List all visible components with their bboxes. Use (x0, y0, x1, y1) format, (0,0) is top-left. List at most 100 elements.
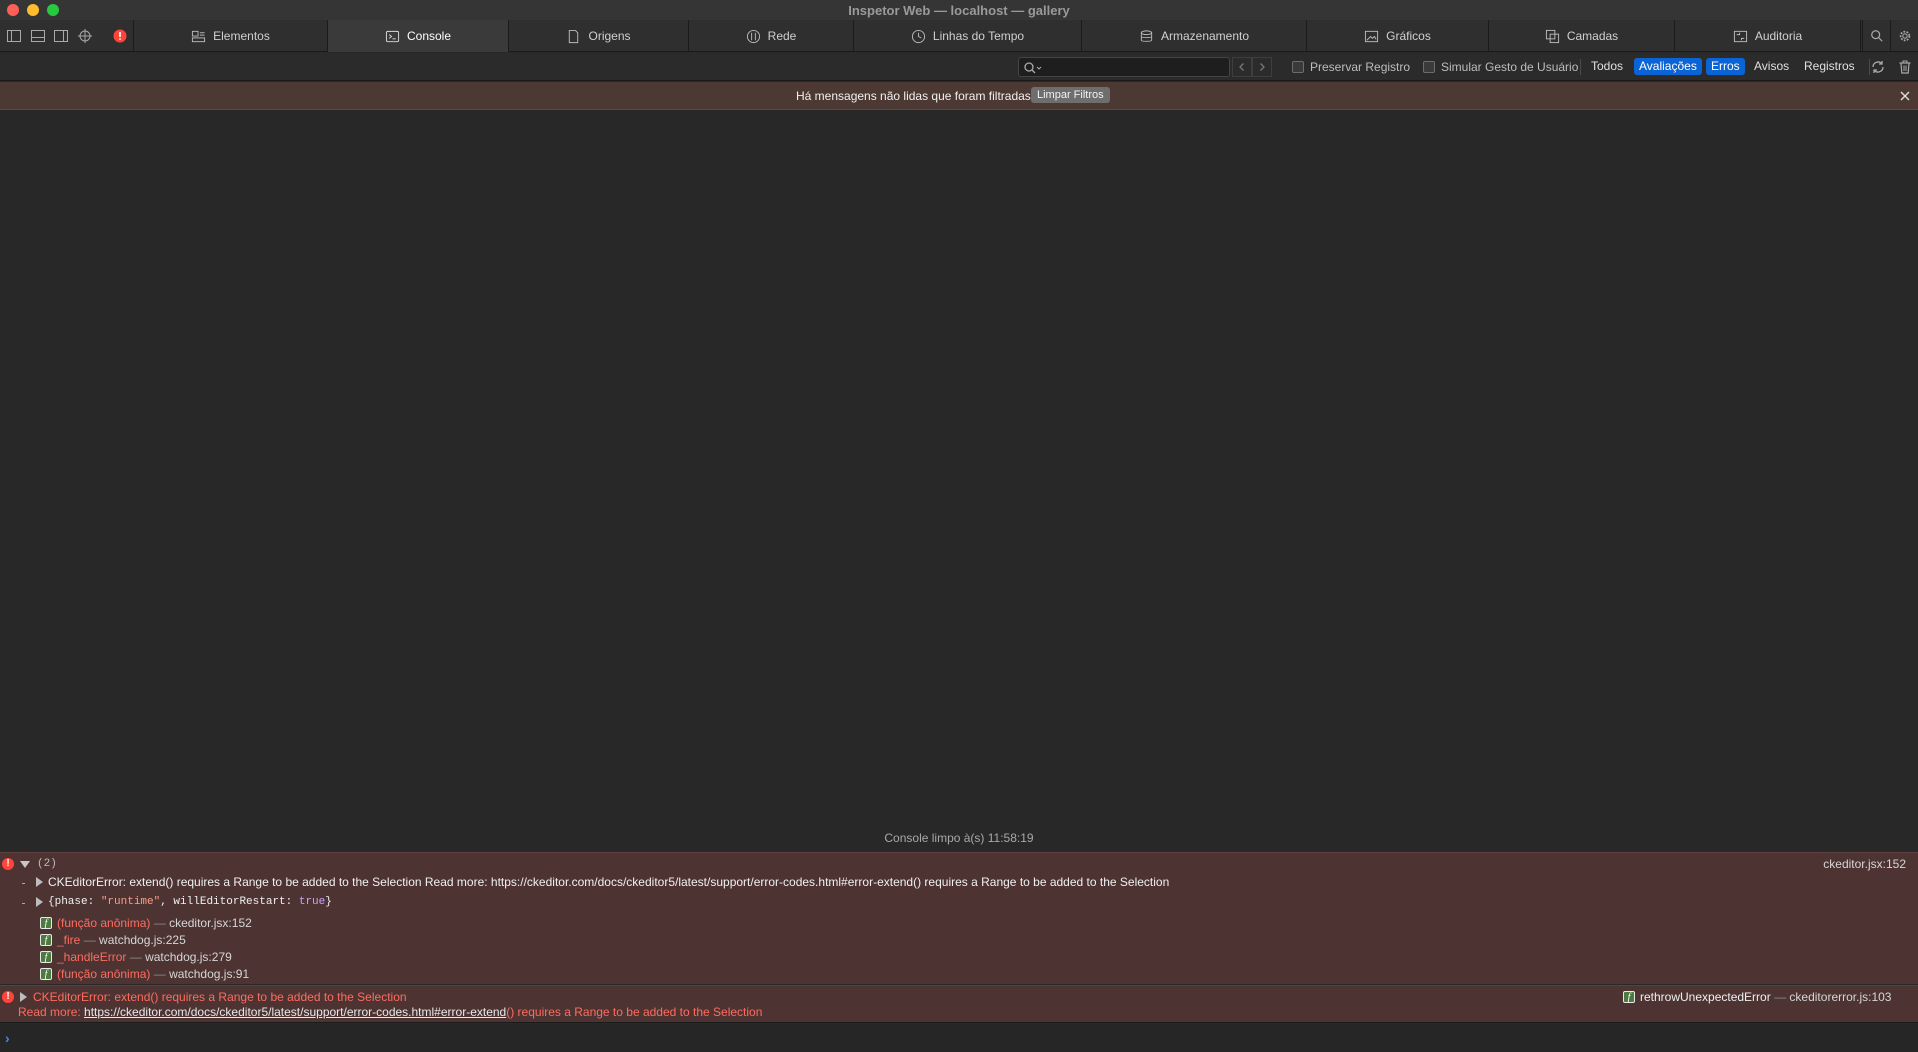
tab-auditoria[interactable]: Auditoria (1675, 20, 1861, 52)
object-mid: , willEditorRestart: (160, 896, 299, 908)
crosshair-icon[interactable] (77, 28, 93, 44)
tab-graficos[interactable]: Gráficos (1307, 20, 1489, 52)
object-phase-value: "runtime" (100, 896, 161, 908)
object-restart-value: true (298, 896, 326, 908)
frame-function: (função anônima) (57, 916, 151, 930)
reload-icon[interactable] (1870, 59, 1886, 75)
tab-label: Armazenamento (1160, 29, 1250, 43)
object-suffix: } (325, 896, 332, 908)
error-message[interactable]: CKEditorError: extend() requires a Range… (33, 990, 407, 1004)
preserve-log-checkbox[interactable]: Preservar Registro (1292, 60, 1410, 74)
dock-tools (0, 20, 134, 52)
disclosure-collapsed-icon[interactable] (36, 877, 43, 887)
bullet (22, 883, 25, 884)
frame-separator: — (153, 916, 166, 930)
error-indicator-icon[interactable] (112, 28, 128, 44)
tab-label: Auditoria (1754, 29, 1803, 43)
error-docs-link[interactable]: https://ckeditor.com/docs/ckeditor5/late… (84, 1005, 506, 1019)
tab-label: Linhas do Tempo (932, 29, 1025, 43)
dock-left-icon[interactable] (6, 28, 22, 44)
dock-bottom-icon[interactable] (30, 28, 46, 44)
frame-separator: — (1774, 990, 1787, 1004)
tab-camadas[interactable]: Camadas (1489, 20, 1675, 52)
console-error-message: ! CKEditorError: extend() requires a Ran… (0, 985, 1918, 1023)
stack-frame[interactable]: (função anônima) — ckeditor.jsx:152 (57, 916, 252, 930)
source-link[interactable]: ckeditor.jsx:152 (1823, 857, 1906, 871)
tab-elementos[interactable]: Elementos (134, 20, 328, 52)
frame-function: _fire (57, 933, 81, 947)
prompt-chevron-icon: › (5, 1030, 10, 1046)
next-match-button[interactable] (1252, 57, 1272, 77)
console-input[interactable] (20, 1028, 1900, 1048)
frame-separator: — (129, 950, 142, 964)
read-more-suffix: () requires a Range to be added to the S… (506, 1005, 763, 1019)
filter-avaliacoes-button[interactable]: Avaliações (1634, 58, 1702, 75)
frame-location[interactable]: ckeditorerror.js:103 (1789, 990, 1891, 1004)
filter-search-field[interactable] (1018, 57, 1230, 77)
filter-search-input[interactable] (1041, 58, 1201, 76)
network-icon (746, 29, 760, 43)
frame-location[interactable]: watchdog.js:279 (145, 950, 232, 964)
tab-rede[interactable]: Rede (689, 20, 854, 52)
stack-frame[interactable]: _handleError — watchdog.js:279 (57, 950, 232, 964)
frame-function: _handleError (57, 950, 127, 964)
checkbox-box[interactable] (1292, 61, 1304, 73)
console-prompt: › (0, 1024, 1918, 1052)
tab-label: Camadas (1566, 29, 1619, 43)
read-more-line: Read more: https://ckeditor.com/docs/cke… (18, 1005, 762, 1019)
tab-linhas-do-tempo[interactable]: Linhas do Tempo (854, 20, 1082, 52)
filter-avisos-button[interactable]: Avisos (1749, 58, 1794, 75)
error-icon: ! (2, 858, 14, 870)
object-prefix: {phase: (48, 896, 101, 908)
frame-location[interactable]: ckeditor.jsx:152 (169, 916, 252, 930)
tab-label: Rede (767, 29, 797, 43)
search-tool-button[interactable] (1862, 20, 1890, 52)
stack-frame[interactable]: (função anônima) — watchdog.js:91 (57, 967, 249, 981)
frame-separator: — (153, 967, 166, 981)
tab-armazenamento[interactable]: Armazenamento (1082, 20, 1307, 52)
error-message[interactable]: CKEditorError: extend() requires a Range… (48, 875, 1169, 889)
checkbox-box[interactable] (1423, 61, 1435, 73)
tab-label: Console (406, 29, 452, 43)
disclosure-collapsed-icon[interactable] (36, 897, 43, 907)
function-icon: f (1623, 991, 1635, 1003)
banner-message: Há mensagens não lidas que foram filtrad… (796, 89, 1031, 103)
audit-icon (1733, 30, 1747, 42)
frame-function: (função anônima) (57, 967, 151, 981)
chevron-left-icon (1239, 63, 1244, 71)
stack-frame[interactable]: rethrowUnexpectedError — ckeditorerror.j… (1640, 990, 1891, 1004)
simulate-gesture-checkbox[interactable]: Simular Gesto de Usuário (1423, 60, 1578, 74)
object-preview[interactable]: {phase: "runtime", willEditorRestart: tr… (48, 896, 332, 908)
function-icon: f (40, 968, 52, 980)
disclosure-collapsed-icon[interactable] (20, 992, 27, 1002)
stack-frame[interactable]: _fire — watchdog.js:225 (57, 933, 186, 947)
tab-origens[interactable]: Origens (509, 20, 689, 52)
filter-erros-button[interactable]: Erros (1706, 58, 1745, 75)
filter-nav-arrows (1232, 57, 1272, 77)
frame-location[interactable]: watchdog.js:225 (99, 933, 186, 947)
function-icon: f (40, 934, 52, 946)
disclosure-expanded-icon[interactable] (20, 861, 30, 868)
search-icon (1023, 60, 1043, 79)
tab-label: Origens (588, 29, 631, 43)
frame-function: rethrowUnexpectedError (1640, 990, 1771, 1004)
trash-icon[interactable] (1897, 59, 1913, 75)
group-count: (2) (37, 858, 57, 870)
checkbox-label: Simular Gesto de Usuário (1441, 60, 1579, 74)
settings-button[interactable] (1890, 20, 1918, 52)
filter-todos-button[interactable]: Todos (1586, 58, 1628, 75)
bullet (22, 903, 25, 904)
frame-location[interactable]: watchdog.js:91 (169, 967, 249, 981)
console-icon (385, 30, 400, 42)
tab-label: Gráficos (1386, 29, 1431, 43)
tab-label: Elementos (213, 29, 270, 43)
image-icon (1365, 30, 1379, 42)
tab-console[interactable]: Console (328, 20, 509, 52)
clear-filters-button[interactable]: Limpar Filtros (1031, 87, 1110, 103)
filter-registros-button[interactable]: Registros (1799, 58, 1860, 75)
console-filter-bar: Preservar Registro Simular Gesto de Usuá… (0, 53, 1918, 81)
close-icon[interactable] (1898, 89, 1912, 103)
dock-right-icon[interactable] (53, 28, 69, 44)
document-icon (569, 29, 579, 43)
previous-match-button[interactable] (1232, 57, 1252, 77)
